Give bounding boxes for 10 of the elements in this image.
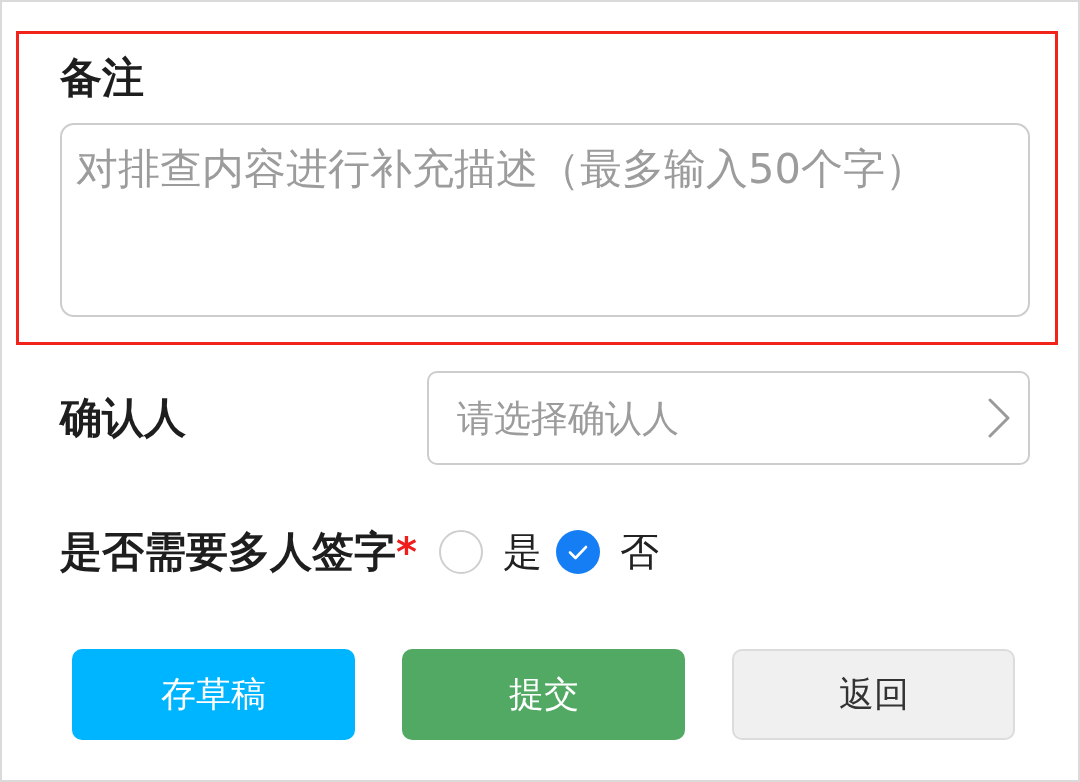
remarks-textarea[interactable]: 对排查内容进行补充描述（最多输入50个字） — [60, 123, 1030, 317]
action-button[interactable]: 返回 — [732, 649, 1015, 740]
confirmer-label: 确认人 — [60, 394, 186, 442]
remarks-label: 备注 — [60, 54, 144, 102]
radio-option[interactable]: 否 — [555, 528, 659, 576]
chevron-right-icon — [987, 398, 1011, 438]
multi-sign-label: 是否需要多人签字 — [60, 528, 396, 576]
required-mark: * — [396, 528, 417, 576]
confirmer-select[interactable]: 请选择确认人 — [427, 371, 1030, 465]
radio-option[interactable]: 是 — [438, 528, 542, 576]
